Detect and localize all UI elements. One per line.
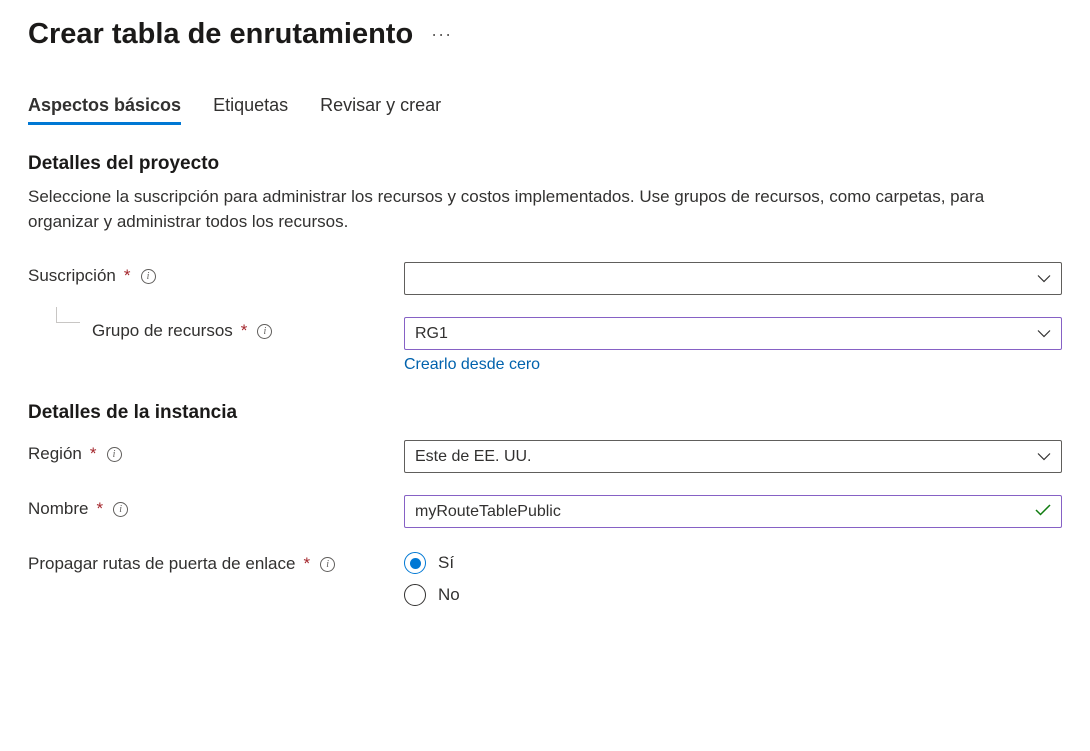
required-asterisk: * <box>90 444 97 464</box>
tabs: Aspectos básicos Etiquetas Revisar y cre… <box>28 95 1062 125</box>
propagate-radio-no[interactable]: No <box>404 584 1062 606</box>
region-label: Región * i <box>28 440 404 464</box>
radio-label: No <box>438 585 460 605</box>
subscription-select[interactable] <box>404 262 1062 295</box>
resource-group-label: Grupo de recursos * i <box>28 317 404 341</box>
radio-icon <box>404 552 426 574</box>
info-icon[interactable]: i <box>141 269 156 284</box>
resource-group-select[interactable]: RG1 <box>404 317 1062 350</box>
name-value: myRouteTablePublic <box>415 503 561 521</box>
project-intro: Seleccione la suscripción para administr… <box>28 185 1048 234</box>
name-input[interactable]: myRouteTablePublic <box>404 495 1062 528</box>
chevron-down-icon <box>1037 329 1051 338</box>
propagate-radio-group: Sí No <box>404 550 1062 606</box>
radio-label: Sí <box>438 553 454 573</box>
propagate-label: Propagar rutas de puerta de enlace * i <box>28 550 404 574</box>
tree-connector-icon <box>56 307 80 323</box>
create-new-link[interactable]: Crearlo desde cero <box>404 356 540 374</box>
required-asterisk: * <box>241 321 248 341</box>
info-icon[interactable]: i <box>257 324 272 339</box>
required-asterisk: * <box>124 266 131 286</box>
more-icon[interactable]: ··· <box>431 24 452 45</box>
resource-group-value: RG1 <box>415 325 448 343</box>
chevron-down-icon <box>1037 452 1051 461</box>
propagate-radio-yes[interactable]: Sí <box>404 552 1062 574</box>
radio-icon <box>404 584 426 606</box>
chevron-down-icon <box>1037 274 1051 283</box>
section-title-project: Detalles del proyecto <box>28 153 1062 175</box>
region-value: Este de EE. UU. <box>415 448 532 466</box>
check-icon <box>1035 503 1051 521</box>
name-label: Nombre * i <box>28 495 404 519</box>
info-icon[interactable]: i <box>113 502 128 517</box>
info-icon[interactable]: i <box>320 557 335 572</box>
required-asterisk: * <box>303 554 310 574</box>
tab-review[interactable]: Revisar y crear <box>320 95 441 125</box>
section-title-instance: Detalles de la instancia <box>28 402 1062 424</box>
tab-tags[interactable]: Etiquetas <box>213 95 288 125</box>
subscription-label: Suscripción * i <box>28 262 404 286</box>
region-select[interactable]: Este de EE. UU. <box>404 440 1062 473</box>
page-title: Crear tabla de enrutamiento <box>28 18 413 51</box>
tab-basics[interactable]: Aspectos básicos <box>28 95 181 125</box>
info-icon[interactable]: i <box>107 447 122 462</box>
required-asterisk: * <box>96 499 103 519</box>
